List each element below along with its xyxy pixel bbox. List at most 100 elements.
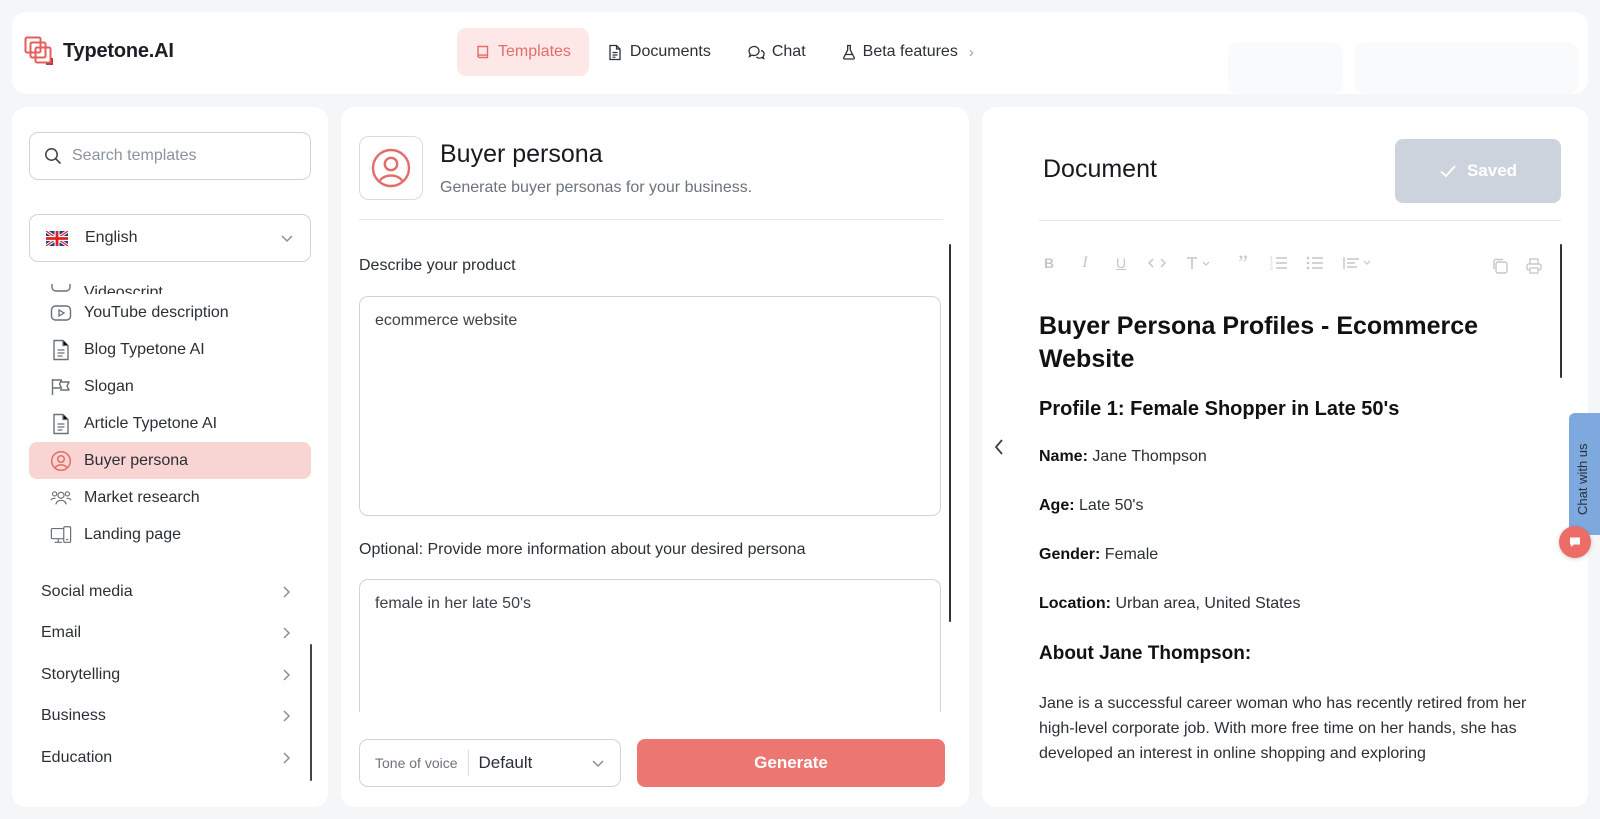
chevron-right-icon xyxy=(282,751,291,765)
svg-text:3: 3 xyxy=(1270,266,1273,271)
category-storytelling[interactable]: Storytelling xyxy=(29,654,291,696)
tone-of-voice-select[interactable]: Tone of voice Default xyxy=(359,739,621,787)
bold-icon[interactable]: B xyxy=(1039,253,1059,273)
template-item-article-typetone-ai[interactable]: Article Typetone AI xyxy=(29,405,311,442)
template-item-label: Blog Typetone AI xyxy=(84,340,205,358)
saved-button[interactable]: Saved xyxy=(1395,139,1561,203)
template-subtitle: Generate buyer personas for your busines… xyxy=(440,179,753,196)
nav-chat-label: Chat xyxy=(771,43,806,60)
italic-icon[interactable]: I xyxy=(1075,253,1095,273)
template-item-market-research[interactable]: Market research xyxy=(29,479,311,516)
document-title: Document xyxy=(1043,155,1157,183)
document-panel: Document Saved B I U ” 123 Buyer Persona… xyxy=(982,107,1588,807)
template-item-slogan[interactable]: Slogan xyxy=(29,368,311,405)
field-value: Late 50's xyxy=(1079,497,1144,514)
template-list: Videoscript YouTube description Blog Typ… xyxy=(29,270,311,553)
text-size-icon[interactable] xyxy=(1183,253,1217,273)
product-description-input[interactable]: ecommerce website xyxy=(359,296,941,516)
about-heading: About Jane Thompson: xyxy=(1039,643,1252,664)
persona-location-field: Location: Urban area, United States xyxy=(1039,594,1539,614)
users-icon xyxy=(50,487,72,509)
document-icon xyxy=(607,44,623,61)
category-label: Business xyxy=(41,707,106,725)
print-icon[interactable] xyxy=(1525,257,1543,275)
chat-launcher-button[interactable] xyxy=(1559,526,1591,558)
document-scrollbar[interactable] xyxy=(1560,244,1562,378)
nav-chat[interactable]: Chat xyxy=(729,28,824,76)
persona-name-field: Name: Jane Thompson xyxy=(1039,447,1539,467)
field-key: Gender: xyxy=(1039,546,1101,563)
template-item-label: Landing page xyxy=(84,525,181,543)
check-icon xyxy=(1439,164,1457,178)
category-business[interactable]: Business xyxy=(29,696,291,738)
nav-templates-label: Templates xyxy=(498,43,571,60)
category-education[interactable]: Education xyxy=(29,737,291,779)
tone-label: Tone of voice xyxy=(375,755,458,771)
template-item-blog-typetone-ai[interactable]: Blog Typetone AI xyxy=(29,331,311,368)
category-label: Social media xyxy=(41,582,133,600)
divider xyxy=(467,750,469,776)
template-title: Buyer persona xyxy=(440,140,603,168)
align-icon[interactable] xyxy=(1341,253,1377,273)
bullet-list-icon[interactable] xyxy=(1305,253,1325,273)
field-value: Jane Thompson xyxy=(1092,448,1207,465)
user-circle-icon xyxy=(370,147,412,189)
template-item-landing-page[interactable]: Landing page xyxy=(29,516,311,553)
category-email[interactable]: Email xyxy=(29,613,291,655)
quote-icon[interactable]: ” xyxy=(1233,250,1253,275)
user-circle-icon xyxy=(50,450,72,472)
code-icon[interactable] xyxy=(1147,253,1167,273)
sidebar-scrollbar[interactable] xyxy=(310,644,312,781)
chat-with-us-tab[interactable]: Chat with us xyxy=(1569,413,1600,535)
uk-flag-icon xyxy=(46,230,68,246)
document-content[interactable]: Buyer Persona Profiles - Ecommerce Websi… xyxy=(1039,310,1539,766)
persona-field-label: Optional: Provide more information about… xyxy=(359,541,806,558)
document-icon xyxy=(50,413,72,435)
chevron-right-icon xyxy=(282,668,291,682)
brand[interactable]: Typetone.AI xyxy=(24,36,174,66)
copy-icon[interactable] xyxy=(1491,257,1509,275)
template-item-youtube-description[interactable]: YouTube description xyxy=(29,294,311,331)
template-sidebar: English Videoscript YouTube description … xyxy=(12,107,328,807)
nav-beta-features[interactable]: Beta features › xyxy=(824,28,992,76)
product-description-value: ecommerce website xyxy=(375,312,518,329)
main-nav: Templates Documents Chat Beta features › xyxy=(457,28,992,76)
template-item-buyer-persona[interactable]: Buyer persona xyxy=(29,442,311,479)
chat-bubbles-icon xyxy=(747,44,765,60)
category-social-media[interactable]: Social media xyxy=(29,571,291,613)
template-form-panel: Buyer persona Generate buyer personas fo… xyxy=(341,107,969,807)
document-heading: Buyer Persona Profiles - Ecommerce Websi… xyxy=(1039,312,1479,373)
chevron-right-icon xyxy=(282,585,291,599)
nav-documents[interactable]: Documents xyxy=(589,28,729,76)
generate-button[interactable]: Generate xyxy=(637,739,945,787)
chat-with-us-label: Chat with us xyxy=(1575,443,1590,515)
form-scrollbar[interactable] xyxy=(949,244,951,622)
field-key: Location: xyxy=(1039,595,1111,612)
persona-gender-field: Gender: Female xyxy=(1039,545,1539,565)
language-select[interactable]: English xyxy=(29,214,311,262)
search-input[interactable] xyxy=(72,147,292,165)
chevron-right-icon xyxy=(282,709,291,723)
field-key: Name: xyxy=(1039,448,1088,465)
chevron-left-icon[interactable] xyxy=(992,437,1006,457)
profile-heading: Profile 1: Female Shopper in Late 50's xyxy=(1039,398,1400,420)
template-item-label: Market research xyxy=(84,488,200,506)
divider xyxy=(1039,220,1561,221)
language-value: English xyxy=(85,229,138,246)
ordered-list-icon[interactable]: 123 xyxy=(1269,253,1289,273)
template-item-label: YouTube description xyxy=(84,303,229,321)
template-item-videoscript[interactable]: Videoscript xyxy=(29,270,311,294)
editor-toolbar: B I U ” 123 xyxy=(1039,250,1377,275)
chevron-down-icon xyxy=(280,234,294,243)
template-icon-box xyxy=(359,136,423,200)
nav-templates[interactable]: Templates xyxy=(457,28,589,76)
search-templates[interactable] xyxy=(29,132,311,180)
divider xyxy=(359,219,943,220)
top-placeholder-left xyxy=(1228,42,1343,94)
underline-icon[interactable]: U xyxy=(1111,253,1131,273)
flask-icon xyxy=(842,44,856,60)
category-label: Email xyxy=(41,624,82,642)
category-label: Education xyxy=(41,748,113,766)
template-item-label: Videoscript xyxy=(84,284,163,294)
chat-icon xyxy=(1568,535,1582,549)
